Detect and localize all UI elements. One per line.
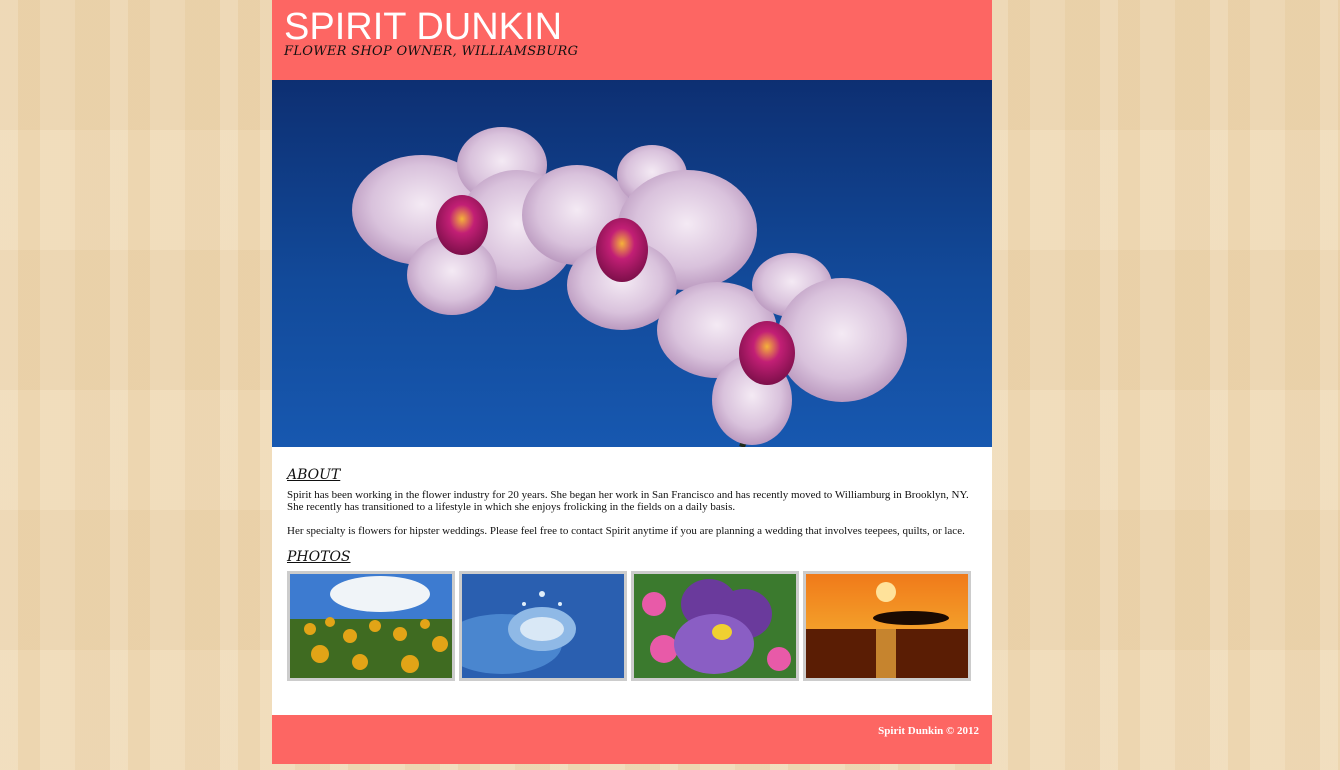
- site-subtitle: FLOWER SHOP OWNER, WILLIAMSBURG: [284, 44, 579, 59]
- about-paragraph-2: Her specialty is flowers for hipster wed…: [287, 525, 965, 537]
- photos-heading: PHOTOS: [287, 549, 351, 565]
- site-footer: Spirit Dunkin © 2012: [272, 715, 992, 764]
- hero-orchid-image: [272, 80, 992, 447]
- site-header: SPIRIT DUNKIN FLOWER SHOP OWNER, WILLIAM…: [272, 0, 992, 80]
- about-heading: ABOUT: [287, 467, 341, 483]
- photo-thumbnail-pansy[interactable]: [631, 571, 799, 681]
- site-title: SPIRIT DUNKIN: [284, 6, 563, 48]
- main-content: ABOUT Spirit has been working in the flo…: [272, 447, 992, 681]
- photo-gallery: [287, 571, 977, 681]
- photo-thumbnail-water-drop[interactable]: [459, 571, 627, 681]
- photo-thumbnail-sunset[interactable]: [803, 571, 971, 681]
- footer-copyright: Spirit Dunkin © 2012: [878, 725, 979, 737]
- photo-thumbnail-yellow-flowers[interactable]: [287, 571, 455, 681]
- about-paragraph-1: Spirit has been working in the flower in…: [287, 489, 969, 513]
- page-container: SPIRIT DUNKIN FLOWER SHOP OWNER, WILLIAM…: [272, 0, 992, 764]
